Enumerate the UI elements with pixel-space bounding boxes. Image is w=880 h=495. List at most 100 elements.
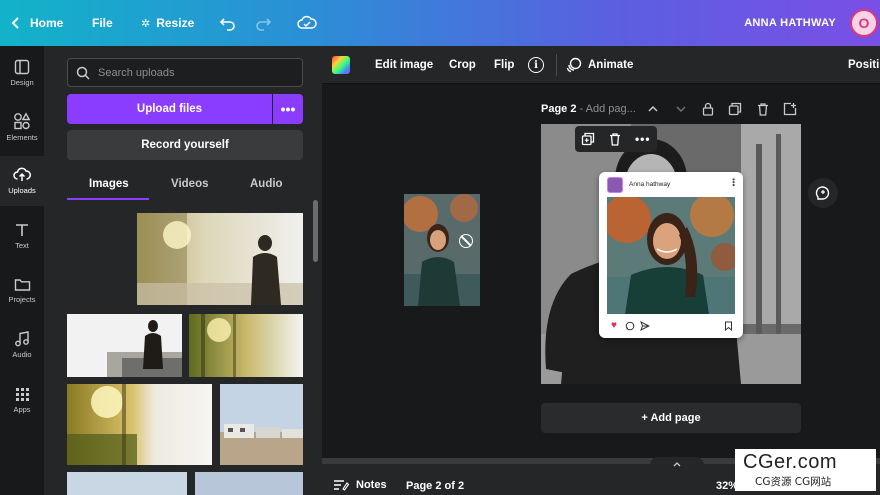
text-icon xyxy=(16,224,28,236)
rail-label: Elements xyxy=(6,133,38,142)
add-page-button[interactable]: + Add page xyxy=(541,403,801,433)
crop-button[interactable]: Crop xyxy=(449,46,476,84)
post-image xyxy=(607,197,735,314)
trash-icon[interactable] xyxy=(756,102,770,116)
page-indicator[interactable]: Page 2 of 2 xyxy=(406,480,464,492)
instagram-post-frame[interactable]: Anna hathway ••• ♥ xyxy=(599,172,743,338)
watermark: CGer.com CG资源 CG网站 xyxy=(735,449,876,491)
resize-label: Resize xyxy=(156,16,195,30)
upload-thumbnail[interactable] xyxy=(189,314,303,377)
resize-button[interactable]: ✲ Resize xyxy=(141,0,194,46)
dragged-image[interactable] xyxy=(404,194,480,306)
cloud-save-button[interactable] xyxy=(297,0,317,46)
rail-label: Design xyxy=(10,78,34,87)
tab-videos[interactable]: Videos xyxy=(171,178,209,190)
upload-thumbnail[interactable] xyxy=(137,213,303,305)
home-button[interactable]: Home xyxy=(10,0,63,46)
upload-thumbnail[interactable] xyxy=(67,472,187,495)
color-picker-button[interactable] xyxy=(332,46,350,84)
rail-item-apps[interactable]: Apps xyxy=(0,375,44,425)
divider xyxy=(556,54,557,76)
trash-icon[interactable] xyxy=(608,132,622,146)
user-name[interactable]: ANNA HATHWAY xyxy=(744,0,836,46)
editor-toolbar: Edit image Crop Flip i Animate Positi xyxy=(322,46,880,84)
expand-pages-button[interactable] xyxy=(650,457,704,471)
copy-icon[interactable] xyxy=(581,132,595,146)
info-button[interactable]: i xyxy=(528,46,544,84)
page-separator: - xyxy=(576,103,586,115)
watermark-subtext: CG资源 CG网站 xyxy=(755,476,832,488)
sparkle-icon: ✲ xyxy=(141,17,151,30)
position-button[interactable]: Positi xyxy=(848,46,879,84)
undo-button[interactable] xyxy=(219,0,237,46)
upload-more-button[interactable]: ••• xyxy=(273,94,303,124)
rail-item-elements[interactable]: Elements xyxy=(0,102,44,152)
chevron-up-icon xyxy=(673,462,681,467)
bookmark-icon[interactable] xyxy=(724,321,733,331)
redo-icon xyxy=(256,18,272,31)
lock-icon[interactable] xyxy=(701,102,715,116)
rail-item-audio[interactable]: Audio xyxy=(0,320,44,370)
animate-button[interactable]: Animate xyxy=(566,46,633,84)
edit-image-button[interactable]: Edit image xyxy=(375,46,433,84)
post-menu-icon[interactable]: ••• xyxy=(729,178,738,186)
chevron-up-icon[interactable] xyxy=(646,102,660,116)
color-swatch-icon xyxy=(332,56,350,74)
rail-item-text[interactable]: Text xyxy=(0,211,44,261)
search-placeholder: Search uploads xyxy=(98,66,175,79)
heart-icon[interactable]: ♥ xyxy=(611,320,617,331)
share-icon[interactable] xyxy=(640,321,650,331)
cloud-upload-icon xyxy=(13,167,31,181)
animate-label: Animate xyxy=(588,59,634,71)
rail-label: Text xyxy=(15,241,29,250)
search-input[interactable]: Search uploads xyxy=(67,58,303,87)
search-icon xyxy=(76,66,90,80)
comment-refresh-button[interactable] xyxy=(808,178,838,208)
upload-thumbnail[interactable] xyxy=(195,472,303,495)
avatar[interactable]: O xyxy=(850,9,878,37)
animate-icon xyxy=(566,57,582,73)
info-icon: i xyxy=(528,57,544,73)
rail-item-uploads[interactable]: Uploads xyxy=(0,156,44,206)
upload-thumbnail[interactable] xyxy=(220,384,303,465)
uploads-panel: Search uploads Upload files ••• Record y… xyxy=(44,46,322,495)
side-rail: Design Elements Uploads Text Projects Au… xyxy=(0,46,44,495)
rail-label: Apps xyxy=(13,404,31,414)
active-tab-indicator xyxy=(67,198,149,200)
post-username: Anna hathway xyxy=(629,181,671,188)
rail-item-design[interactable]: Design xyxy=(0,48,44,98)
page-header[interactable]: Page 2 - Add pag... xyxy=(541,103,636,115)
notes-button[interactable]: Notes xyxy=(333,479,387,491)
upload-thumbnail[interactable] xyxy=(67,384,212,465)
no-drop-icon xyxy=(459,234,473,248)
comment-icon[interactable] xyxy=(625,321,635,331)
cloud-check-icon xyxy=(297,15,317,29)
design-icon xyxy=(14,59,30,75)
more-options-icon[interactable]: ••• xyxy=(635,132,651,146)
music-note-icon xyxy=(15,331,29,347)
redo-button[interactable] xyxy=(254,0,272,46)
elements-icon xyxy=(14,112,31,130)
tab-images[interactable]: Images xyxy=(89,178,129,190)
upload-thumbnail[interactable] xyxy=(67,314,182,377)
top-bar: Home File ✲ Resize ANNA HATHWAY O xyxy=(0,0,880,46)
rail-item-projects[interactable]: Projects xyxy=(0,265,44,315)
watermark-text: CGer.com xyxy=(743,451,838,473)
page-subtitle[interactable]: Add pag... xyxy=(586,103,636,115)
chevron-down-icon[interactable] xyxy=(674,102,688,116)
flip-button[interactable]: Flip xyxy=(494,46,514,84)
notes-label: Notes xyxy=(356,479,387,491)
profile-picture xyxy=(607,177,623,193)
file-menu[interactable]: File xyxy=(92,0,113,46)
tab-audio[interactable]: Audio xyxy=(250,178,283,190)
apps-grid-icon xyxy=(15,387,29,401)
home-label: Home xyxy=(30,16,64,30)
rail-label: Audio xyxy=(12,350,32,359)
comment-refresh-icon xyxy=(815,186,830,200)
add-page-icon[interactable] xyxy=(783,102,797,116)
chevron-left-icon xyxy=(11,17,19,29)
upload-files-button[interactable]: Upload files xyxy=(67,94,272,124)
record-yourself-button[interactable]: Record yourself xyxy=(67,130,303,160)
panel-scrollbar[interactable] xyxy=(313,200,318,262)
duplicate-page-icon[interactable] xyxy=(728,102,742,116)
